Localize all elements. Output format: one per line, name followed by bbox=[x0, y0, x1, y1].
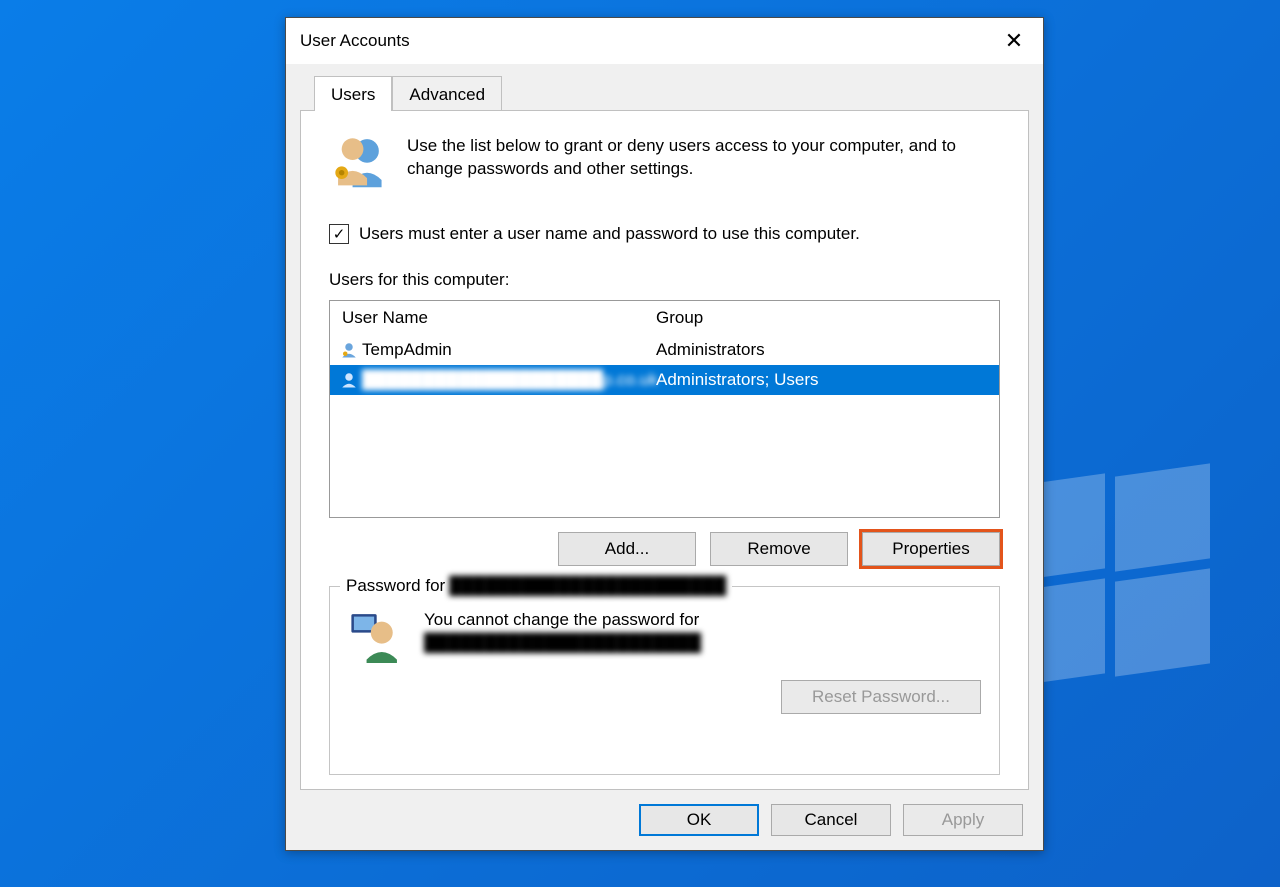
user-accounts-dialog: User Accounts ✕ Users Advanced bbox=[285, 17, 1044, 851]
tab-strip: Users Advanced bbox=[314, 76, 1029, 111]
reset-password-button: Reset Password... bbox=[781, 680, 981, 714]
column-header-user[interactable]: User Name bbox=[330, 308, 652, 328]
column-header-group[interactable]: Group bbox=[652, 308, 985, 328]
tab-advanced[interactable]: Advanced bbox=[392, 76, 502, 111]
cancel-button[interactable]: Cancel bbox=[771, 804, 891, 836]
user-row-username: TempAdmin bbox=[358, 340, 652, 360]
user-buttons-row: Add... Remove Properties bbox=[329, 532, 1000, 566]
intro-text: Use the list below to grant or deny user… bbox=[407, 131, 1000, 194]
users-listbox[interactable]: User Name Group TempAdmin Administrators bbox=[329, 300, 1000, 518]
dialog-footer: OK Cancel Apply bbox=[286, 790, 1043, 850]
password-user-icon bbox=[348, 609, 402, 668]
dialog-title: User Accounts bbox=[300, 31, 410, 51]
users-list-label: Users for this computer: bbox=[329, 270, 1000, 290]
intro-section: Use the list below to grant or deny user… bbox=[329, 131, 1000, 194]
password-text: You cannot change the password for █████… bbox=[424, 609, 701, 655]
users-list-header[interactable]: User Name Group bbox=[330, 301, 999, 335]
properties-button[interactable]: Properties bbox=[862, 532, 1000, 566]
close-button[interactable]: ✕ bbox=[999, 28, 1029, 54]
dialog-body: Users Advanced Use the list below to gra… bbox=[286, 64, 1043, 790]
ok-button[interactable]: OK bbox=[639, 804, 759, 836]
user-row-group: Administrators bbox=[652, 340, 999, 360]
user-row[interactable]: ████████████████████p.co.uk Administrato… bbox=[330, 365, 999, 395]
user-row-username: ████████████████████p.co.uk bbox=[358, 370, 652, 390]
user-row-icon bbox=[330, 371, 358, 389]
apply-button: Apply bbox=[903, 804, 1023, 836]
remove-button[interactable]: Remove bbox=[710, 532, 848, 566]
password-groupbox-legend: Password for ███████████████████████ bbox=[340, 576, 732, 596]
user-row[interactable]: TempAdmin Administrators bbox=[330, 335, 999, 365]
user-accounts-icon bbox=[329, 131, 387, 194]
tab-users[interactable]: Users bbox=[314, 76, 392, 111]
user-row-icon bbox=[330, 341, 358, 359]
require-password-label: Users must enter a user name and passwor… bbox=[359, 224, 860, 244]
add-button[interactable]: Add... bbox=[558, 532, 696, 566]
require-password-checkbox[interactable]: ✓ bbox=[329, 224, 349, 244]
password-groupbox: Password for ███████████████████████ You bbox=[329, 586, 1000, 775]
require-password-row[interactable]: ✓ Users must enter a user name and passw… bbox=[329, 224, 1000, 244]
titlebar[interactable]: User Accounts ✕ bbox=[286, 18, 1043, 64]
user-row-group: Administrators; Users bbox=[652, 370, 999, 390]
tab-panel-users: Use the list below to grant or deny user… bbox=[300, 110, 1029, 790]
